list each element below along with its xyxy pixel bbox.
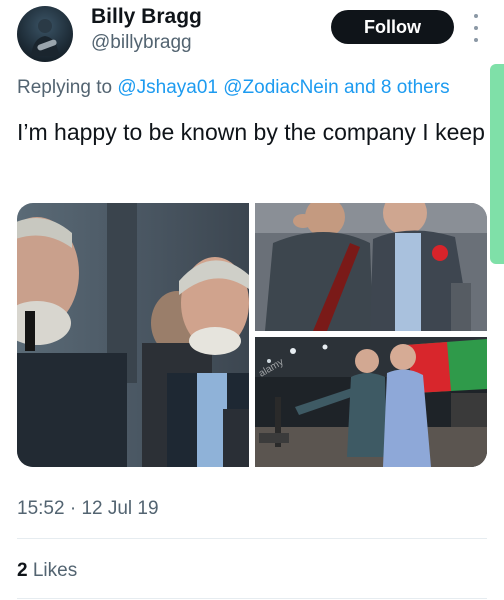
author-handle[interactable]: @billybragg bbox=[91, 31, 192, 55]
more-vertical-icon[interactable] bbox=[469, 14, 483, 42]
photo-bottom-right[interactable]: alamy bbox=[255, 337, 487, 467]
avatar[interactable] bbox=[17, 6, 73, 62]
scroll-indicator[interactable] bbox=[490, 64, 504, 264]
author-name[interactable]: Billy Bragg bbox=[91, 5, 202, 29]
replying-to-label: Replying to bbox=[17, 77, 113, 98]
tweet-date[interactable]: 12 Jul 19 bbox=[81, 498, 158, 519]
avatar-photo-icon bbox=[31, 19, 59, 56]
likes-line[interactable]: 2 Likes bbox=[17, 559, 77, 583]
time-separator: · bbox=[69, 498, 77, 519]
divider bbox=[17, 538, 487, 539]
media-grid: alamy bbox=[17, 203, 487, 467]
photo-top-right[interactable] bbox=[255, 203, 487, 331]
dot bbox=[474, 14, 478, 18]
tweet-time[interactable]: 15:52 bbox=[17, 498, 65, 519]
tweet-text: I’m happy to be known by the company I k… bbox=[17, 119, 485, 145]
mention-zodiacnein[interactable]: @ZodiacNein bbox=[223, 77, 338, 98]
divider bbox=[17, 598, 487, 599]
dot bbox=[474, 38, 478, 42]
likes-label: Likes bbox=[32, 560, 78, 581]
mention-others[interactable]: and 8 others bbox=[344, 77, 450, 98]
dot bbox=[474, 26, 478, 30]
likes-count: 2 bbox=[17, 560, 28, 581]
photo-left[interactable] bbox=[17, 203, 249, 467]
timestamp-line: 15:52 · 12 Jul 19 bbox=[17, 497, 159, 521]
follow-button[interactable]: Follow bbox=[331, 10, 454, 44]
mention-jshaya01[interactable]: @Jshaya01 bbox=[117, 77, 218, 98]
replying-to-line: Replying to @Jshaya01 @ZodiacNein and 8 … bbox=[17, 75, 450, 101]
